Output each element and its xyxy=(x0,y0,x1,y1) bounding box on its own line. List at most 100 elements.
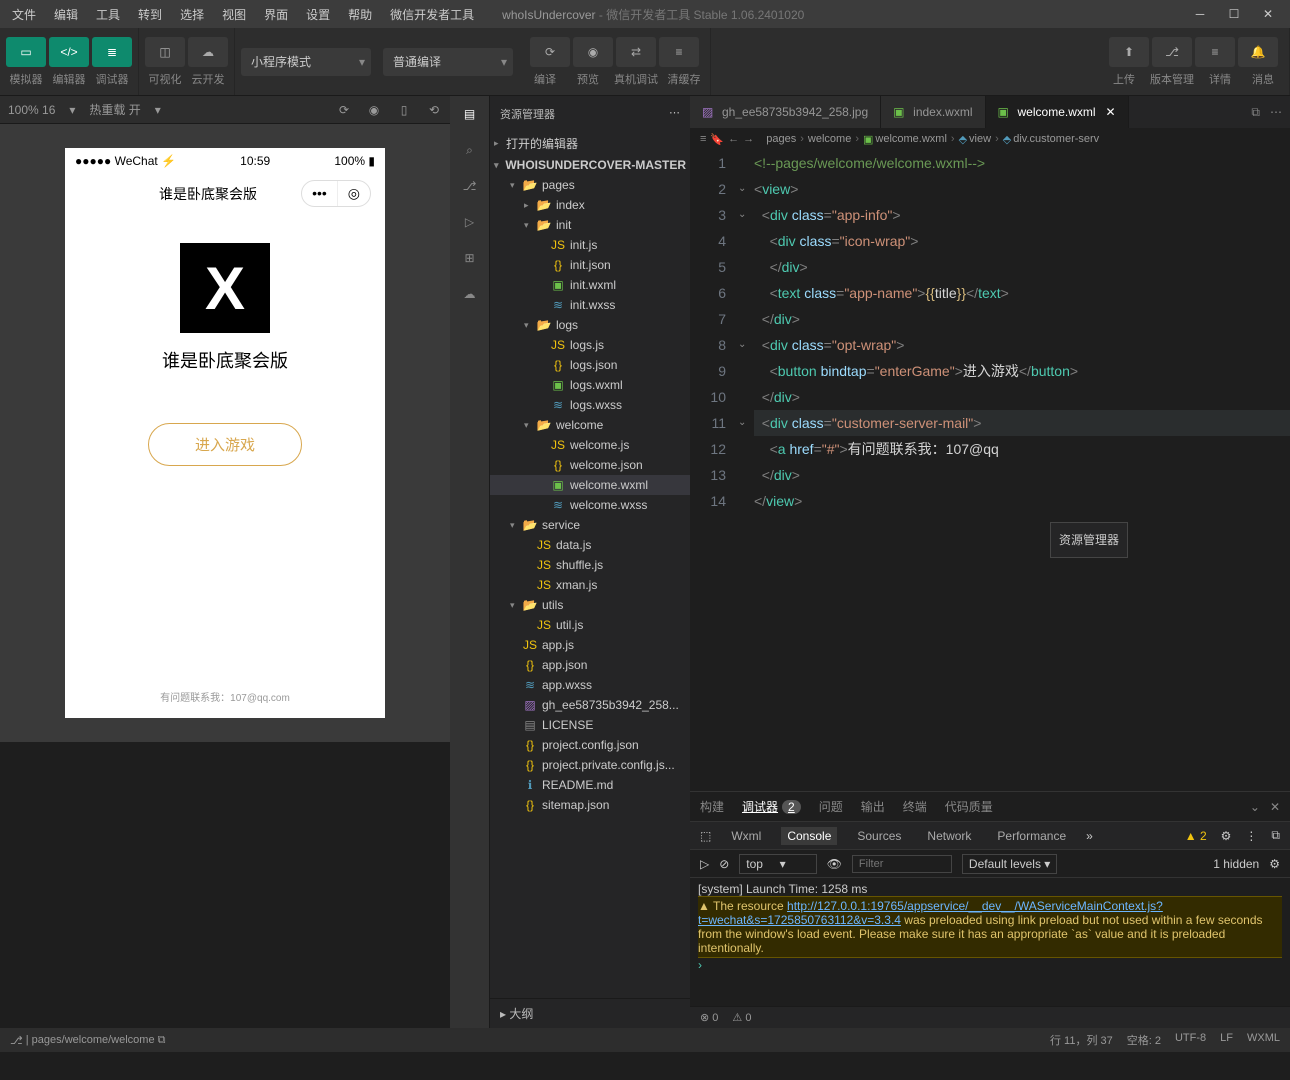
close-icon[interactable]: ✕ xyxy=(1258,7,1278,21)
cloud-button[interactable]: ☁ xyxy=(188,37,228,67)
encoding-info[interactable]: UTF-8 xyxy=(1175,1032,1206,1048)
more-tabs-icon[interactable]: » xyxy=(1086,829,1093,843)
compile-button[interactable]: ⟳ xyxy=(530,37,570,67)
wxml-tab[interactable]: Wxml xyxy=(725,827,767,845)
forward-icon[interactable]: → xyxy=(743,133,754,145)
file-item[interactable]: JSinit.js xyxy=(490,235,690,255)
build-tab[interactable]: 构建 xyxy=(700,798,724,815)
file-item[interactable]: {}app.json xyxy=(490,655,690,675)
maximize-icon[interactable]: ☐ xyxy=(1224,7,1244,21)
menu-item[interactable]: 文件 xyxy=(4,2,44,27)
folder-item[interactable]: ▾📂init xyxy=(490,215,690,235)
file-item[interactable]: {}init.json xyxy=(490,255,690,275)
refresh-icon[interactable]: ⟳ xyxy=(336,102,352,118)
file-item[interactable]: ≋welcome.wxss xyxy=(490,495,690,515)
search-icon[interactable]: ⌕ xyxy=(460,140,480,160)
menu-item[interactable]: 选择 xyxy=(172,2,212,27)
menu-item[interactable]: 帮助 xyxy=(340,2,380,27)
settings-icon[interactable]: ⚙ xyxy=(1269,857,1280,871)
problems-tab[interactable]: 问题 xyxy=(819,798,843,815)
file-item[interactable]: ℹREADME.md xyxy=(490,775,690,795)
hotreload-label[interactable]: 热重载 开 xyxy=(89,101,140,118)
device-icon[interactable]: ▯ xyxy=(396,102,412,118)
errors-count[interactable]: ⊗ 0 xyxy=(700,1011,718,1024)
console-tab[interactable]: Console xyxy=(781,827,837,845)
file-item[interactable]: JSutil.js xyxy=(490,615,690,635)
rotate-icon[interactable]: ⟲ xyxy=(426,102,442,118)
menu-item[interactable]: 微信开发者工具 xyxy=(382,2,482,27)
file-item[interactable]: JSdata.js xyxy=(490,535,690,555)
file-item[interactable]: {}logs.json xyxy=(490,355,690,375)
file-item[interactable]: {}welcome.json xyxy=(490,455,690,475)
levels-select[interactable]: Default levels ▾ xyxy=(962,854,1057,874)
collapse-icon[interactable]: ⌄ xyxy=(1250,800,1260,814)
sources-tab[interactable]: Sources xyxy=(851,827,907,845)
notify-button[interactable]: 🔔 xyxy=(1238,37,1278,67)
eye-icon[interactable]: 👁 xyxy=(827,857,842,871)
file-item[interactable]: {}sitemap.json xyxy=(490,795,690,815)
list-icon[interactable]: ≡ xyxy=(700,133,706,145)
folder-item[interactable]: ▾📂pages xyxy=(490,175,690,195)
editor-tab[interactable]: ▣welcome.wxml✕ xyxy=(986,96,1129,128)
file-item[interactable]: JSshuffle.js xyxy=(490,555,690,575)
menu-item[interactable]: 工具 xyxy=(88,2,128,27)
debugger-tab[interactable]: 调试器 2 xyxy=(742,798,801,815)
terminal-tab[interactable]: 终端 xyxy=(903,798,927,815)
explorer-icon[interactable]: ▤ xyxy=(460,104,480,124)
branch-icon[interactable]: ⎇ xyxy=(10,1034,23,1047)
lang-info[interactable]: WXML xyxy=(1247,1032,1280,1048)
editor-tab[interactable]: ▣index.wxml xyxy=(881,96,985,128)
context-select[interactable]: top ▾ xyxy=(739,854,816,874)
file-item[interactable]: ≋app.wxss xyxy=(490,675,690,695)
visual-button[interactable]: ◫ xyxy=(145,37,185,67)
more-icon[interactable]: ⋯ xyxy=(669,106,680,122)
quality-tab[interactable]: 代码质量 xyxy=(945,798,993,815)
warnings-count[interactable]: ⚠ 0 xyxy=(732,1011,751,1024)
menu-item[interactable]: 界面 xyxy=(256,2,296,27)
close-panel-icon[interactable]: ✕ xyxy=(1270,800,1280,814)
file-item[interactable]: JSwelcome.js xyxy=(490,435,690,455)
file-item[interactable]: ▣logs.wxml xyxy=(490,375,690,395)
zoom-level[interactable]: 100% 16 xyxy=(8,103,55,117)
folder-item[interactable]: ▾📂utils xyxy=(490,595,690,615)
file-item[interactable]: ≋init.wxss xyxy=(490,295,690,315)
file-item[interactable]: JSlogs.js xyxy=(490,335,690,355)
indent-info[interactable]: 空格: 2 xyxy=(1127,1032,1161,1048)
filter-input[interactable] xyxy=(852,855,952,873)
debug-icon[interactable]: ▷ xyxy=(460,212,480,232)
open-editors-section[interactable]: ▸打开的编辑器 xyxy=(490,132,690,155)
preview-button[interactable]: ◉ xyxy=(573,37,613,67)
folder-item[interactable]: ▾📂service xyxy=(490,515,690,535)
eol-info[interactable]: LF xyxy=(1220,1032,1233,1048)
remote-debug-button[interactable]: ⇄ xyxy=(616,37,656,67)
kebab-icon[interactable]: ⋮ xyxy=(1245,829,1257,843)
mode-select[interactable]: 小程序模式 xyxy=(241,48,371,76)
devtools-dock-icon[interactable]: ⧉ xyxy=(1271,828,1280,843)
details-button[interactable]: ≡ xyxy=(1195,37,1235,67)
upload-button[interactable]: ⬆ xyxy=(1109,37,1149,67)
hidden-count[interactable]: 1 hidden xyxy=(1213,857,1259,871)
capsule-button[interactable]: •••◎ xyxy=(301,180,371,207)
extensions-icon[interactable]: ⊞ xyxy=(460,248,480,268)
file-item[interactable]: ≋logs.wxss xyxy=(490,395,690,415)
menu-item[interactable]: 编辑 xyxy=(46,2,86,27)
cursor-pos[interactable]: 行 11，列 37 xyxy=(1050,1032,1113,1048)
menu-item[interactable]: 设置 xyxy=(298,2,338,27)
breadcrumb[interactable]: ≡ 🔖 ← → pages› welcome› ▣ welcome.wxml› … xyxy=(690,128,1290,150)
file-item[interactable]: {}project.private.config.js... xyxy=(490,755,690,775)
file-item[interactable]: ▨gh_ee58735b3942_258... xyxy=(490,695,690,715)
file-item[interactable]: ▤LICENSE xyxy=(490,715,690,735)
simulator-button[interactable]: ▭ xyxy=(6,37,46,67)
phone-preview[interactable]: ●●●●● WeChat ⚡ 10:59 100% ▮ 谁是卧底聚会版 •••◎… xyxy=(65,148,385,718)
project-root[interactable]: ▾WHOISUNDERCOVER-MASTER xyxy=(490,155,690,175)
output-tab[interactable]: 输出 xyxy=(861,798,885,815)
clear-cache-button[interactable]: ≡ xyxy=(659,37,699,67)
code-editor[interactable]: 1234567891011121314 ⌄⌄⌄⌄ <!--pages/welco… xyxy=(690,150,1290,791)
performance-tab[interactable]: Performance xyxy=(991,827,1072,845)
cloud-icon[interactable]: ☁ xyxy=(460,284,480,304)
enter-game-button[interactable]: 进入游戏 xyxy=(148,423,302,466)
gear-icon[interactable]: ⚙ xyxy=(1221,829,1232,843)
minimize-icon[interactable]: ─ xyxy=(1190,7,1210,21)
file-item[interactable]: {}project.config.json xyxy=(490,735,690,755)
outline-section[interactable]: ▸ 大纲 xyxy=(490,998,690,1028)
